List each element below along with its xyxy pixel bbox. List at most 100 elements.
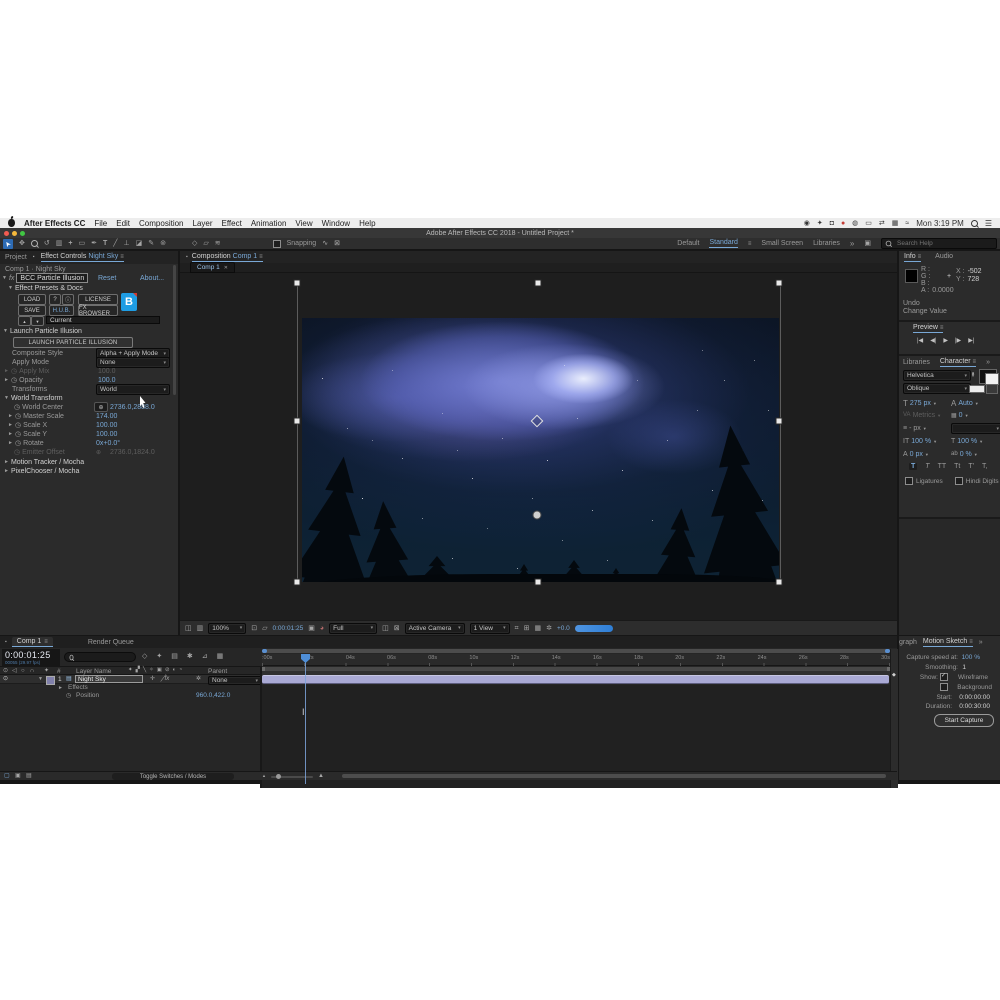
layer-gear-icon[interactable]: ✲ [196, 676, 201, 682]
tab-audio[interactable]: Audio [935, 253, 953, 262]
layer-center-icon[interactable]: ✛ [150, 676, 155, 682]
preset-up-button[interactable]: ▲ [18, 316, 31, 326]
keyboard-icon[interactable]: ▦ [892, 219, 899, 227]
subscript-button[interactable]: T, [982, 463, 987, 470]
wifi-icon[interactable]: ≈ [905, 220, 909, 227]
effects-twirl-icon[interactable]: ► [58, 685, 63, 691]
puppet-pin-tool[interactable]: ⊚ [160, 240, 166, 247]
ligatures-checkbox[interactable] [905, 477, 913, 485]
start-capture-button[interactable]: Start Capture [934, 714, 994, 727]
menu-app-name[interactable]: After Effects CC [24, 219, 85, 228]
opacity-stopwatch-icon[interactable]: ◷ [11, 376, 17, 384]
composition-viewport[interactable] [180, 273, 897, 620]
hand-tool[interactable]: ✥ [19, 240, 25, 247]
master-scale-stopwatch-icon[interactable]: ◷ [15, 412, 21, 420]
workspace-default[interactable]: Default [677, 240, 699, 247]
scale-y-stopwatch-icon[interactable]: ◷ [15, 430, 21, 438]
layer-quality-fx-switch[interactable]: ╱fx [161, 676, 169, 682]
menu-view[interactable]: View [295, 219, 312, 228]
composition-mini-icon[interactable]: ◇ [142, 653, 147, 660]
workspace-libraries[interactable]: Libraries [813, 240, 840, 247]
roi-icon[interactable]: ⊡ [251, 625, 257, 632]
time-navigator[interactable] [262, 649, 890, 653]
effect-reset-link[interactable]: Reset [98, 275, 116, 282]
all-caps-button[interactable]: TT [938, 463, 947, 470]
timeline-layer-row[interactable]: ⊙ ▼ 1 ▤ Night Sky ✛ ╱fx ✲ None [0, 675, 260, 684]
selection-handle-mid-right[interactable] [776, 418, 783, 425]
playhead-line[interactable] [305, 654, 306, 784]
channels-icon[interactable]: ◕ [320, 625, 324, 632]
tab-paragraph-clipped[interactable]: graph [899, 639, 917, 646]
menu-edit[interactable]: Edit [116, 219, 130, 228]
layer-name-field[interactable]: Night Sky [75, 675, 143, 683]
menu-animation[interactable]: Animation [251, 219, 287, 228]
stroke-style-dropdown[interactable] [951, 423, 1000, 434]
rulers-icon[interactable]: ▦ [534, 625, 541, 632]
panel-menu-icon[interactable]: ≡ [120, 254, 124, 260]
selection-handle-bottom-center[interactable] [535, 579, 542, 586]
tab-effect-controls[interactable]: Effect Controls Night Sky ≡ [41, 253, 124, 262]
layer-duration-bar[interactable] [262, 675, 889, 684]
tab-composition[interactable]: Composition Comp 1 ≡ [192, 253, 263, 262]
menu-composition[interactable]: Composition [139, 219, 183, 228]
effect-controls-scrollbar[interactable] [173, 265, 176, 395]
first-frame-button[interactable]: |◀ [917, 337, 923, 344]
position-property-value[interactable]: 960.0,422.0 [196, 692, 230, 699]
display-icon[interactable]: ▭ [865, 219, 872, 227]
pen-tool[interactable]: ✒ [91, 240, 97, 247]
roto-brush-tool[interactable]: ✎ [148, 240, 154, 247]
workspace-overflow-icon[interactable]: » [850, 239, 854, 248]
clone-stamp-tool[interactable]: ⊥ [123, 240, 129, 247]
notification-badge-icon[interactable]: ● [841, 220, 845, 227]
comp-center-point[interactable] [533, 511, 542, 520]
resolution-dropdown[interactable]: Full [329, 623, 377, 634]
composition-panel-menu-icon[interactable]: ≡ [259, 254, 263, 260]
scale-x-stopwatch-icon[interactable]: ◷ [15, 421, 21, 429]
menu-layer[interactable]: Layer [193, 219, 213, 228]
tab-render-queue[interactable]: Render Queue [88, 639, 134, 646]
effect-twirl-icon[interactable]: ▼ [2, 275, 7, 281]
toggle-switches-modes-button[interactable]: Toggle Switches / Modes [112, 773, 234, 780]
play-button[interactable]: ▶ [943, 337, 948, 344]
selection-handle-bottom-left[interactable] [294, 579, 301, 586]
scale-y-twirl-icon[interactable]: ► [8, 431, 13, 437]
shield-icon[interactable]: ◘ [830, 220, 834, 227]
mask-visibility-icon[interactable]: ▥ [197, 625, 204, 632]
faux-bold-button[interactable]: T [909, 463, 917, 470]
selection-handle-bottom-right[interactable] [776, 579, 783, 586]
subtab-close-icon[interactable]: ✕ [224, 265, 228, 271]
rotate-tool[interactable]: ↺ [44, 240, 50, 247]
fx-browser-button[interactable]: FX BROWSER [78, 305, 118, 316]
hub-button[interactable]: H.U.B. [49, 305, 74, 316]
effect-about-link[interactable]: About... [140, 275, 164, 282]
timeline-hscrollbar[interactable] [342, 774, 886, 778]
tracking-value[interactable]: 0 [959, 412, 963, 419]
selection-handle-top-left[interactable] [294, 280, 301, 287]
timeline-timecode[interactable]: 0:00:01:25 [5, 650, 60, 660]
comp-timecode[interactable]: 0:00:01:25 [273, 625, 304, 632]
world-center-stopwatch-icon[interactable]: ◷ [14, 403, 20, 411]
night-sky-image[interactable] [302, 318, 779, 582]
settings-icon[interactable]: ✲ [546, 625, 552, 632]
effect-name-box[interactable]: BCC Particle Illusion [16, 273, 88, 283]
spotlight-search-icon[interactable] [971, 220, 978, 227]
stroke-width-value[interactable]: - px [909, 425, 921, 432]
view-layout-dropdown[interactable]: 1 View [470, 623, 510, 634]
motion-blur-icon[interactable]: ⊿ [202, 653, 208, 660]
apply-mode-dropdown[interactable]: None [96, 357, 170, 368]
character-overflow-icon[interactable]: » [986, 359, 990, 366]
camera-tool[interactable]: ▥ [56, 240, 63, 247]
menubar-clock[interactable]: Mon 3:19 PM [916, 219, 964, 228]
layer-twirl-icon[interactable]: ▼ [38, 676, 43, 682]
tab-character[interactable]: Character ≡ [940, 358, 976, 367]
dropbox-icon[interactable]: ✦ [817, 219, 823, 227]
subtab-comp1[interactable]: Comp 1 ✕ [190, 262, 235, 273]
tab-info[interactable]: Info ≡ [904, 253, 921, 262]
prev-frame-button[interactable]: ◀| [930, 337, 936, 344]
workspace-standard[interactable]: Standard [709, 239, 737, 248]
preset-down-button[interactable]: ▼ [31, 316, 44, 326]
zoom-out-mountain-icon[interactable]: ▲ [262, 774, 266, 778]
zoom-tool[interactable] [31, 240, 38, 247]
expand-transfer-icon[interactable]: ▣ [15, 773, 21, 779]
snapshot-icon[interactable]: ▣ [308, 625, 315, 632]
